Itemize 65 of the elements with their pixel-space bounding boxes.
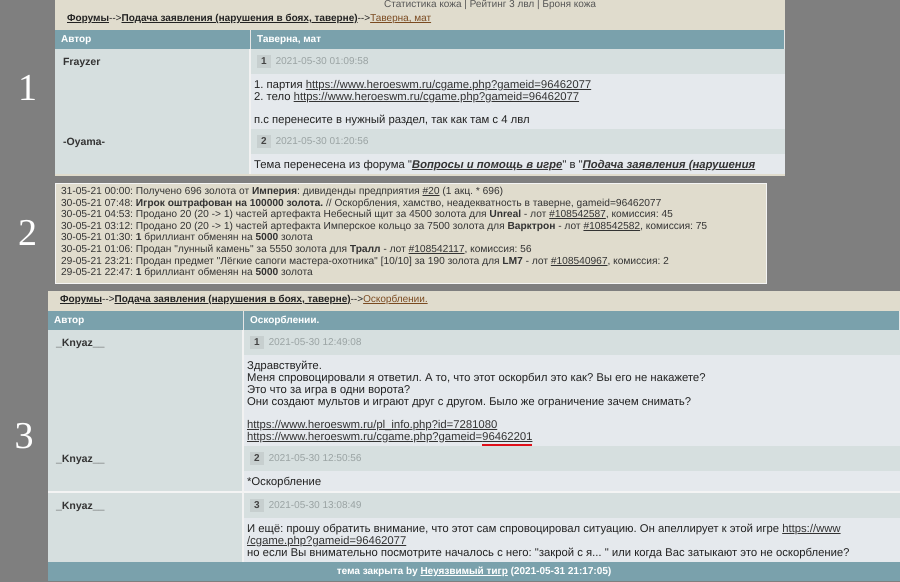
- author-name: _Knyaz__: [48, 490, 244, 562]
- log-entry: 29-05-21 22:47: 1 бриллиант обменян на 5000 золота: [61, 267, 314, 279]
- post-link[interactable]: https://www.heroeswm.ru/cgame.php?gameid=96462077: [306, 79, 592, 91]
- post-time: 2021-05-30 01:09:58: [276, 56, 368, 67]
- panel-number: 2: [18, 212, 37, 254]
- panel-number: 1: [18, 67, 37, 109]
- column-header: Таверна, мат: [251, 30, 785, 49]
- post-link[interactable]: /cgame.php?gameid=96462077: [247, 534, 406, 547]
- post-text: п.с перенесите в нужный раздел, так как там с 4 лвл: [254, 114, 531, 126]
- author-name: Frayzer: [55, 49, 251, 129]
- post-text: Здравствуйте.: [247, 360, 323, 372]
- post-time: 2021-05-30 01:20:56: [276, 136, 368, 147]
- lot-link[interactable]: #108542582: [583, 220, 640, 232]
- post-link[interactable]: https://www.heroeswm.ru/cgame.php?gameid=96462077: [294, 91, 580, 103]
- post-number: 1: [250, 336, 264, 349]
- log-entry: 29-05-21 23:21: Продан предмет "Лёгкие сапоги мастера-охотника" [10/10] за 190 золота для LM7 - лот #108540967, комиссия: 2: [61, 256, 670, 268]
- breadcrumb-link[interactable]: Таверна, мат: [370, 13, 432, 24]
- post-number: 2: [250, 452, 264, 465]
- post-text: Это что за игра в одни ворота?: [247, 384, 412, 396]
- log-entry: 30-05-21 04:53: Продано 20 (20 -> 1) частей артефакта Небесный щит за 4500 золота для Unreal - лот #108542587, комиссия: 45: [61, 209, 674, 221]
- lot-link[interactable]: #108540967: [550, 256, 608, 267]
- breadcrumb-separator: -->: [102, 294, 114, 305]
- post-text: 1. партия https://www.heroeswm.ru/cgame.php?gameid=96462077: [254, 79, 592, 91]
- column-header: Автор: [55, 30, 251, 49]
- lot-link[interactable]: #108542587: [549, 209, 606, 220]
- breadcrumb-separator: -->: [358, 13, 370, 24]
- post-text: 2. тело https://www.heroeswm.ru/cgame.php?gameid=96462077: [254, 91, 580, 103]
- post-text: но если Вы внимательно посмотрите началось с него: "закрой с я... " или когда Вас затыкают это не оскорбление?: [247, 546, 850, 559]
- log-entry: 30-05-21 01:06: Продан "лунный камень" за 5550 золота для Тралл - лот #108542117, комиссия: 56: [61, 244, 532, 256]
- log-entry: 30-05-21 07:48: Игрок оштрафован на 100000 золота. // Оскорбления, хамство, неадекватность в таверне, gameid=96462077: [61, 198, 662, 209]
- post-text: Тема перенесена из форума "Вопросы и помощь в игре" в "Подача заявления (нарушения: [254, 159, 756, 171]
- log-entry: 30-05-21 03:12: Продано 20 (20 -> 1) частей артефакта Имперское кольцо за 7500 золота для Варктрон - лот #108542582, комиссия: 75: [61, 220, 708, 232]
- topic-closed-bar: тема закрыта by Неуязвимый тигр (2021-05-31 21:17:05): [48, 562, 900, 581]
- post-link[interactable]: https://www.heroeswm.ru/cgame.php?gameid=: [247, 430, 482, 443]
- post-number: 3: [250, 498, 264, 512]
- post-text: И ещё: прошу обратить внимание, что этот сам спровоцировал ситуацию. Он апеллирует к этой игре https://www: [247, 522, 842, 535]
- panel-number: 3: [14, 414, 34, 457]
- breadcrumb-separator: -->: [350, 294, 364, 305]
- post-time: 2021-05-30 12:50:56: [268, 452, 362, 464]
- post-time: 2021-05-30 12:49:08: [268, 336, 362, 348]
- breadcrumb-link[interactable]: Оскорблении.: [363, 294, 428, 305]
- author-name: -Oyama-: [55, 129, 251, 174]
- breadcrumb-link[interactable]: Форумы: [67, 13, 109, 24]
- post-link[interactable]: Подача заявления (нарушения: [582, 159, 756, 171]
- author-name: _Knyaz__: [48, 446, 244, 491]
- lot-link[interactable]: #108542117: [408, 244, 464, 255]
- author-name: _Knyaz__: [48, 330, 244, 446]
- post-link[interactable]: Вопросы и помощь в игре: [412, 159, 562, 171]
- log-entry: 31-05-21 00:00: Получено 696 золота от Империя: дивиденды предприятия #20 (1 акц. * 696): [61, 186, 504, 198]
- breadcrumb-link[interactable]: Подача заявления (нарушения в боях, таверне): [122, 13, 358, 24]
- post-text: Меня спровоцировали я ответил. А то, что этот оскорбил это как? Вы его не накажете?: [247, 372, 706, 384]
- post-text: *Оскорбление: [247, 476, 322, 488]
- post-number: 2: [257, 135, 271, 148]
- breadcrumb-link[interactable]: Подача заявления (нарушения в боях, таверне): [114, 294, 351, 305]
- column-header: Автор: [48, 310, 244, 330]
- post-link[interactable]: https://www.heroeswm.ru/pl_info.php?id=7281080: [247, 418, 498, 431]
- lot-link[interactable]: #20: [422, 186, 440, 197]
- column-header: Оскорблении.: [244, 310, 900, 330]
- post-link[interactable]: https://www: [782, 522, 841, 535]
- post-number: 1: [257, 55, 271, 68]
- post-text: Они создают мультов и играют друг с другом. Было же ограничение зачем снимать?: [247, 396, 692, 408]
- log-entry: 30-05-21 01:30: 1 бриллиант обменян на 5000 золота: [61, 232, 314, 244]
- post-time: 2021-05-30 13:08:49: [268, 500, 362, 511]
- breadcrumb-link[interactable]: Форумы: [60, 294, 102, 305]
- breadcrumb-separator: -->: [109, 13, 122, 24]
